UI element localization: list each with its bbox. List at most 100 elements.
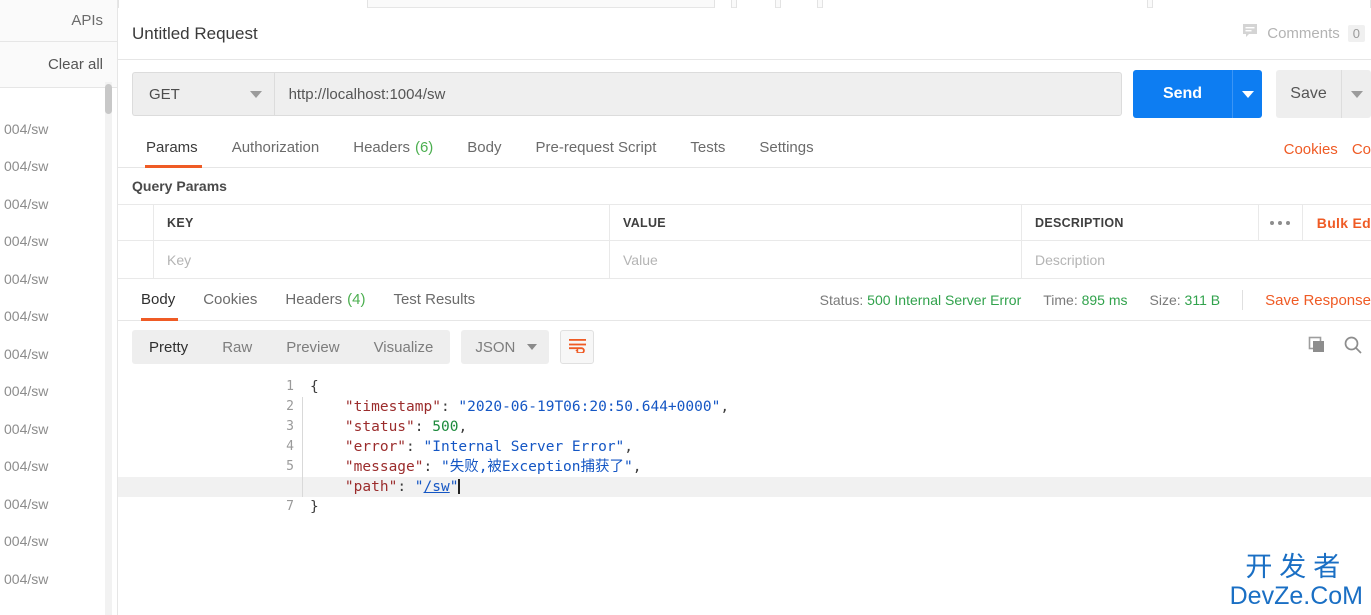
- code-token: }: [310, 499, 319, 515]
- word-wrap-icon: [568, 337, 587, 358]
- response-body-toolbar: Pretty Raw Preview Visualize JSON: [118, 321, 1371, 373]
- sidebar-item-apis[interactable]: APIs: [0, 0, 117, 42]
- tab-params[interactable]: Params: [132, 127, 215, 168]
- tab-body[interactable]: Body: [450, 127, 518, 167]
- http-method-label: GET: [149, 85, 180, 103]
- comments-button[interactable]: Comments 0: [1241, 22, 1371, 45]
- table-header-row: KEY VALUE DESCRIPTION Bulk Ed: [118, 205, 1371, 241]
- tab-count-badge: (6): [414, 138, 434, 156]
- code-line[interactable]: "status": 500,: [118, 417, 1371, 437]
- history-item-label: 004/sw: [4, 270, 49, 287]
- word-wrap-button[interactable]: [560, 330, 595, 364]
- request-tab-strip[interactable]: [118, 0, 1371, 8]
- response-tab-headers[interactable]: Headers (4): [271, 279, 379, 321]
- tab-headers[interactable]: Headers (6): [336, 127, 450, 167]
- save-response-button[interactable]: Save Response: [1265, 292, 1371, 309]
- code-token: ,: [720, 399, 730, 415]
- param-key-input[interactable]: Key: [154, 241, 610, 278]
- size-label: Size:: [1149, 292, 1181, 308]
- code-line[interactable]: }: [118, 497, 1371, 517]
- save-button[interactable]: Save: [1276, 70, 1341, 118]
- code-token: ,: [458, 419, 468, 435]
- chevron-down-icon: [1350, 90, 1363, 98]
- query-params-table: KEY VALUE DESCRIPTION Bulk Ed Key Value …: [118, 204, 1371, 279]
- tab-strip-segment[interactable]: [736, 0, 776, 8]
- history-item[interactable]: 004/sw: [0, 223, 117, 261]
- url-input[interactable]: http://localhost:1004/sw: [273, 72, 1122, 116]
- tab-label: Params: [146, 138, 198, 156]
- view-mode-pretty[interactable]: Pretty: [132, 330, 205, 364]
- response-body-actions: [1307, 321, 1363, 373]
- history-item[interactable]: 004/sw: [0, 335, 117, 373]
- code-link[interactable]: Co: [1352, 141, 1371, 158]
- history-item[interactable]: 004/sw: [0, 448, 117, 486]
- search-icon[interactable]: [1343, 335, 1363, 360]
- param-value-input[interactable]: Value: [610, 241, 1022, 278]
- view-mode-visualize[interactable]: Visualize: [357, 330, 451, 364]
- history-item-label: 004/sw: [4, 420, 49, 437]
- tab-authorization[interactable]: Authorization: [215, 127, 337, 167]
- tab-pre-request-script[interactable]: Pre-request Script: [519, 127, 674, 167]
- response-format-label: JSON: [475, 338, 516, 356]
- param-description-input[interactable]: Description: [1022, 241, 1371, 278]
- sidebar-scrollbar-thumb[interactable]: [105, 84, 112, 114]
- tab-label: Body: [467, 138, 502, 156]
- code-lines[interactable]: { "timestamp": "2020-06-19T06:20:50.644+…: [118, 377, 1371, 517]
- cookies-link[interactable]: Cookies: [1284, 141, 1338, 158]
- history-item[interactable]: 004/sw: [0, 110, 117, 148]
- tab-tests[interactable]: Tests: [673, 127, 742, 167]
- tab-label: Settings: [759, 138, 814, 156]
- view-mode-preview[interactable]: Preview: [269, 330, 356, 364]
- tab-strip-segment[interactable]: [714, 0, 732, 8]
- tab-settings[interactable]: Settings: [742, 127, 830, 167]
- save-label: Save: [1290, 85, 1327, 102]
- tab-label: Pre-request Script: [535, 138, 657, 156]
- response-body-code[interactable]: 1234567 { "timestamp": "2020-06-19T06:20…: [118, 373, 1371, 517]
- time-badge: Time: 895 ms: [1043, 292, 1127, 308]
- tab-label: Authorization: [231, 138, 320, 156]
- view-mode-raw[interactable]: Raw: [205, 330, 269, 364]
- chevron-down-icon: [249, 90, 262, 98]
- copy-icon[interactable]: [1307, 335, 1327, 360]
- status-badge: Status: 500 Internal Server Error: [820, 292, 1022, 308]
- history-item[interactable]: 004/sw: [0, 560, 117, 598]
- more-options-icon[interactable]: [1257, 205, 1302, 240]
- page-title: Untitled Request: [132, 23, 258, 43]
- history-item[interactable]: 004/sw: [0, 185, 117, 223]
- tab-strip-segment[interactable]: [822, 0, 1148, 8]
- send-options-button[interactable]: [1232, 70, 1262, 118]
- history-item[interactable]: 004/sw: [0, 373, 117, 411]
- response-tab-body[interactable]: Body: [132, 279, 189, 321]
- tab-strip-segment[interactable]: [780, 0, 818, 8]
- code-token: :: [406, 439, 424, 455]
- response-tab-test-results[interactable]: Test Results: [379, 279, 489, 321]
- history-item[interactable]: 004/sw: [0, 485, 117, 523]
- code-line[interactable]: "timestamp": "2020-06-19T06:20:50.644+00…: [118, 397, 1371, 417]
- row-checkbox-cell[interactable]: [118, 241, 154, 278]
- response-tab-cookies[interactable]: Cookies: [189, 279, 271, 321]
- code-fold-guide: [302, 417, 303, 437]
- history-item-label: 004/sw: [4, 570, 49, 587]
- history-item[interactable]: 004/sw: [0, 523, 117, 561]
- size-badge: Size: 311 B: [1150, 292, 1221, 308]
- history-item[interactable]: 004/sw: [0, 148, 117, 186]
- code-line[interactable]: "error": "Internal Server Error",: [118, 437, 1371, 457]
- response-format-select[interactable]: JSON: [461, 330, 550, 364]
- sidebar-scrollbar-track[interactable]: [105, 82, 112, 615]
- status-value: 500 Internal Server Error: [867, 292, 1022, 308]
- save-options-button[interactable]: [1341, 70, 1371, 118]
- tab-strip-segment[interactable]: [118, 0, 368, 8]
- http-method-select[interactable]: GET: [132, 72, 274, 116]
- code-token: :: [423, 459, 441, 475]
- send-button[interactable]: Send: [1133, 70, 1232, 118]
- code-line[interactable]: "path": "/sw": [118, 477, 1371, 497]
- code-line[interactable]: "message": "失败,被Exception捕获了",: [118, 457, 1371, 477]
- clear-all-button[interactable]: Clear all: [0, 42, 117, 88]
- history-item[interactable]: 004/sw: [0, 298, 117, 336]
- tab-strip-segment[interactable]: [1152, 0, 1371, 8]
- size-value: 311 B: [1184, 292, 1221, 308]
- bulk-edit-link[interactable]: Bulk Ed: [1301, 205, 1371, 240]
- history-item[interactable]: 004/sw: [0, 260, 117, 298]
- history-item[interactable]: 004/sw: [0, 410, 117, 448]
- code-line[interactable]: {: [118, 377, 1371, 397]
